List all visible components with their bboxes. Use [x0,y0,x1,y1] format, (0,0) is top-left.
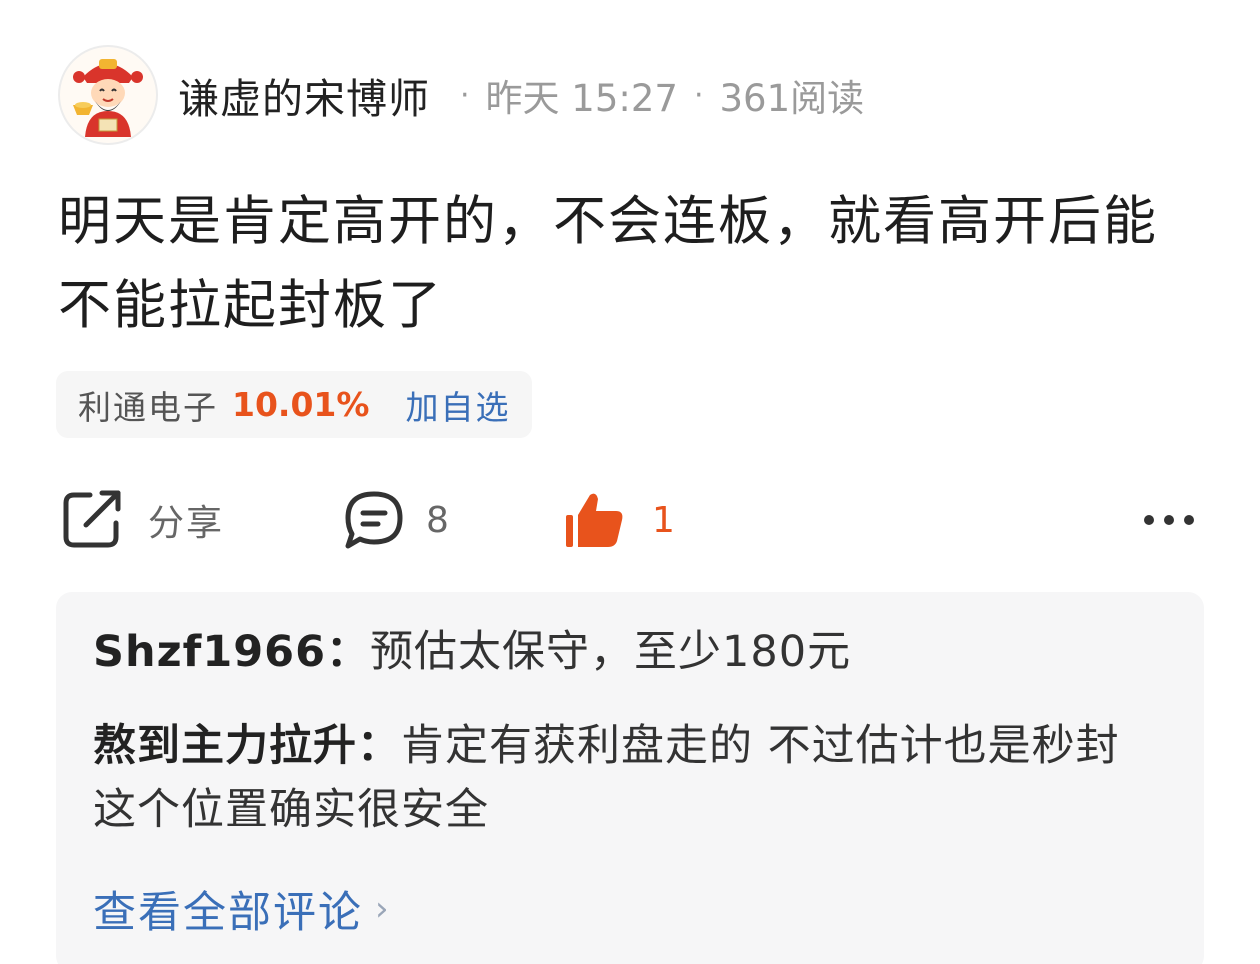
read-count: 361阅读 [719,77,865,120]
meta-separator: · [460,77,470,113]
commenter-name[interactable]: 熬到主力拉升： [93,721,401,771]
commenter-name[interactable]: Shzf1966： [93,627,370,677]
view-all-label: 查看全部评论 [93,888,363,938]
post-time: 昨天 15:27 [485,77,678,120]
author-name[interactable]: 谦虚的宋博师 [178,65,430,125]
stock-name: 利通电子 [78,387,218,427]
post-header: 谦虚的宋博师 · 昨天 15:27 · 361阅读 [58,44,864,146]
add-to-watchlist-button[interactable]: 加自选 [405,381,510,429]
comment-text: 预估太保守，至少180元 [370,627,852,677]
comment-item[interactable]: 熬到主力拉升：肯定有获利盘走的 不过估计也是秒封 这个位置确实很安全 [93,714,1168,842]
chevron-right-icon: › [375,889,391,929]
comment-button[interactable]: 8 [342,485,449,555]
thumbs-up-icon [566,493,623,547]
like-count: 1 [652,499,675,541]
share-label: 分享 [148,503,225,544]
comment-item[interactable]: Shzf1966：预估太保守，至少180元 [93,620,1168,684]
more-button[interactable] [1140,485,1198,555]
post-page: 谦虚的宋博师 · 昨天 15:27 · 361阅读 明天是肯定高开的，不会连板，… [0,0,1260,964]
avatar[interactable] [58,45,158,145]
like-button[interactable]: 1 [562,485,675,555]
god-of-wealth-icon [73,59,143,137]
action-bar: 分享 8 1 [60,485,1200,555]
more-icon [1144,515,1194,525]
share-icon [63,490,121,548]
stock-change: 10.01% [232,385,370,424]
meta-separator: · [693,77,704,113]
post-meta: · 昨天 15:27 · 361阅读 [444,68,864,122]
comments-preview: Shzf1966：预估太保守，至少180元 熬到主力拉升：肯定有获利盘走的 不过… [56,592,1204,964]
comment-count: 8 [426,499,449,541]
stock-chip[interactable]: 利通电子 10.01% 加自选 [56,371,533,438]
view-all-comments-link[interactable]: 查看全部评论 › [93,878,391,940]
share-button[interactable]: 分享 [60,485,224,555]
post-content[interactable]: 明天是肯定高开的，不会连板，就看高开后能不能拉起封板了 [58,180,1208,348]
comment-icon [345,491,403,549]
